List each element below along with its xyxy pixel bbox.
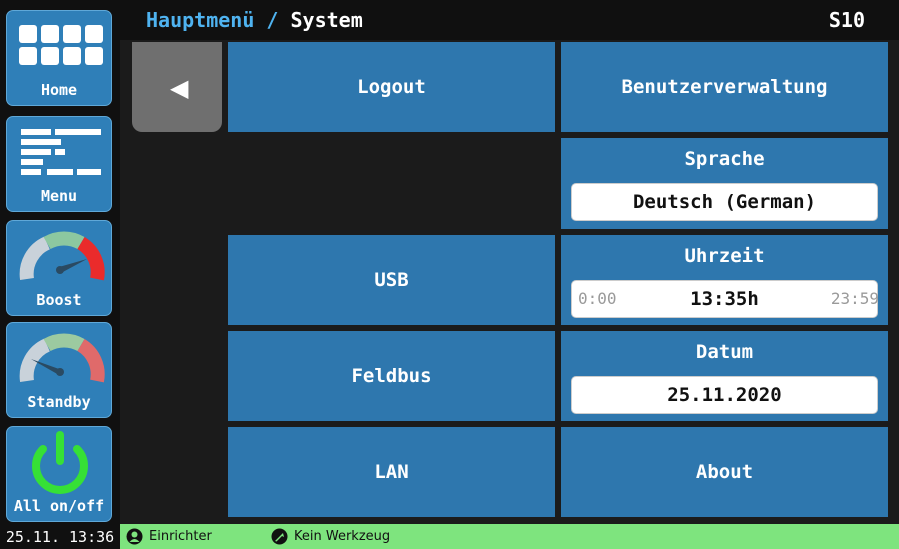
back-button[interactable]: ◀ [132, 42, 222, 132]
tool-icon [271, 528, 288, 545]
boost-button[interactable]: Boost [6, 220, 112, 316]
feldbus-button[interactable]: Feldbus [228, 331, 555, 421]
time-slider[interactable]: 0:00 13:35h 23:59 [571, 280, 879, 318]
date-value: 25.11.2020 [667, 384, 782, 406]
language-select[interactable]: Deutsch (German) [571, 183, 878, 221]
sidebar: Home Menu Boost Standby All on/off [0, 0, 120, 524]
standby-gauge-icon [19, 333, 105, 383]
about-button[interactable]: About [561, 427, 888, 517]
feldbus-label: Feldbus [351, 365, 432, 387]
status-datetime: 25.11. 13:36 [0, 524, 120, 549]
power-icon [32, 431, 88, 494]
datum-title: Datum [695, 341, 754, 363]
benutzerverwaltung-button[interactable]: Benutzerverwaltung [561, 42, 888, 132]
all-on-off-label: All on/off [13, 497, 105, 515]
menu-bars-icon [21, 129, 101, 175]
home-grid-icon [19, 25, 103, 65]
tool-status[interactable]: Kein Werkzeug [271, 528, 390, 545]
time-max-label: 23:59 [830, 289, 879, 308]
usb-label: USB [374, 269, 409, 291]
usb-button[interactable]: USB [228, 235, 555, 325]
status-bar: 25.11. 13:36 Einrichter Kein Werkzeug [0, 524, 899, 549]
uhrzeit-panel: Uhrzeit 0:00 13:35h 23:59 [561, 235, 888, 325]
lan-label: LAN [374, 461, 409, 483]
sprache-title: Sprache [684, 148, 765, 170]
boost-label: Boost [36, 291, 82, 309]
breadcrumb-root[interactable]: Hauptmenü [146, 8, 254, 32]
time-min-label: 0:00 [578, 289, 617, 308]
menu-button[interactable]: Menu [6, 116, 112, 212]
breadcrumb-separator: / [266, 8, 279, 32]
benutzerverwaltung-label: Benutzerverwaltung [621, 76, 828, 98]
logout-label: Logout [357, 76, 426, 98]
home-button[interactable]: Home [6, 10, 112, 106]
time-value: 13:35h [690, 288, 759, 310]
user-role: Einrichter [149, 529, 212, 544]
breadcrumb: Hauptmenü / System [146, 8, 363, 32]
about-label: About [695, 461, 754, 483]
date-field[interactable]: 25.11.2020 [571, 376, 878, 414]
boost-gauge-icon [19, 231, 105, 281]
menu-label: Menu [40, 187, 78, 205]
screen-code: S10 [828, 8, 865, 32]
lan-button[interactable]: LAN [228, 427, 555, 517]
breadcrumb-current: System [290, 8, 363, 32]
logout-button[interactable]: Logout [228, 42, 555, 132]
sprache-panel: Sprache Deutsch (German) [561, 138, 888, 229]
header-bar: Hauptmenü / System S10 [120, 0, 899, 40]
standby-label: Standby [27, 393, 91, 411]
all-on-off-button[interactable]: All on/off [6, 426, 112, 522]
user-status[interactable]: Einrichter [126, 528, 212, 545]
datum-panel: Datum 25.11.2020 [561, 331, 888, 421]
tool-status-label: Kein Werkzeug [294, 529, 391, 544]
language-value: Deutsch (German) [632, 191, 817, 213]
home-label: Home [40, 81, 78, 99]
user-icon [126, 528, 143, 545]
standby-button[interactable]: Standby [6, 322, 112, 418]
back-arrow-icon: ◀ [170, 74, 189, 102]
uhrzeit-title: Uhrzeit [684, 245, 765, 267]
